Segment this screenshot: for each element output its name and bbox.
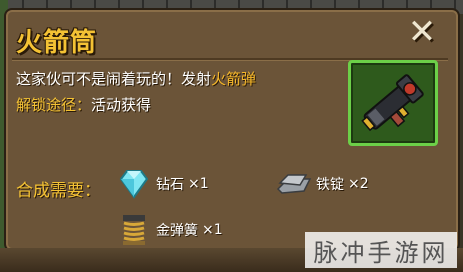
unlock-label: 解锁途径：: [16, 96, 92, 114]
close-button[interactable]: ✕: [404, 14, 440, 50]
recipe-label: 合成需要：: [16, 181, 101, 201]
unlock-info: 解锁途径：活动获得: [16, 94, 151, 115]
watermark: 脉冲手游网: [305, 232, 457, 268]
material-count: ×1: [188, 176, 209, 192]
iron-ingot-icon: [276, 166, 312, 202]
material-name: 铁锭: [316, 177, 344, 193]
rocket-launcher-icon: [361, 74, 424, 132]
material-item[interactable]: 金弹簧 ×1: [116, 212, 223, 248]
description-highlight: 火箭弹: [211, 70, 257, 88]
material-name: 金弹簧: [156, 223, 198, 239]
description-text: 这家伙可不是闹着玩的！发射: [16, 70, 212, 88]
item-icon-frame: [348, 60, 438, 146]
item-title: 火箭筒: [16, 28, 98, 58]
material-count: ×1: [202, 222, 223, 238]
gold-spring-icon: [116, 212, 152, 248]
material-count: ×2: [348, 176, 369, 192]
unlock-value: 活动获得: [91, 96, 152, 114]
material-item[interactable]: 钻石 ×1: [116, 166, 209, 202]
close-icon: ✕: [407, 12, 437, 52]
item-description: 这家伙可不是闹着玩的！发射火箭弹: [16, 68, 256, 89]
material-item[interactable]: 铁锭 ×2: [276, 166, 369, 202]
material-name: 钻石: [156, 177, 184, 193]
diamond-icon: [116, 166, 152, 202]
